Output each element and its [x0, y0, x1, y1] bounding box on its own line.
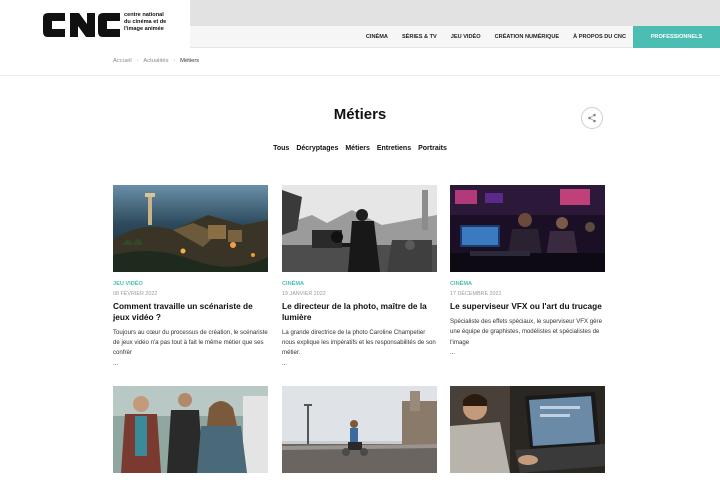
article-category[interactable]: CINÉMA [282, 281, 437, 287]
nav-item-cinema[interactable]: CINÉMA [359, 26, 395, 48]
article-card[interactable]: CINÉMA 17 DÉCEMBRE 2021 Le superviseur V… [450, 185, 605, 356]
article-ellipsis: ... [282, 359, 288, 367]
logo-tagline: centre national du cinéma et de l'image … [124, 12, 167, 33]
filter-tous[interactable]: Tous [273, 145, 289, 152]
nav-item-series-tv[interactable]: SÉRIES & TV [395, 26, 444, 48]
article-image-game-scene[interactable] [113, 185, 268, 272]
header-divider [0, 75, 720, 76]
article-title[interactable]: Comment travaille un scénariste de jeux … [113, 301, 268, 323]
share-button[interactable] [581, 107, 603, 129]
nav-item-jeu-video[interactable]: JEU VIDÉO [444, 26, 488, 48]
main-nav: CINÉMA SÉRIES & TV JEU VIDÉO CRÉATION NU… [190, 26, 720, 48]
filter-decryptages[interactable]: Décryptages [296, 145, 338, 152]
filter-portraits[interactable]: Portraits [418, 145, 447, 152]
article-category[interactable]: JEU VIDÉO [113, 281, 268, 287]
chevron-right-icon: › [173, 58, 176, 64]
nav-item-creation-numerique[interactable]: CRÉATION NUMÉRIQUE [488, 26, 567, 48]
article-card[interactable] [282, 386, 437, 473]
chevron-right-icon: › [136, 58, 139, 64]
article-card[interactable] [450, 386, 605, 473]
article-ellipsis: ... [450, 349, 456, 357]
article-ellipsis: ... [113, 359, 119, 367]
breadcrumb-home-link[interactable]: Accueil [113, 58, 132, 64]
article-date: 17 DÉCEMBRE 2021 [450, 291, 502, 297]
article-title[interactable]: Le superviseur VFX ou l'art du trucage [450, 301, 605, 312]
filter-tabs: Tous Décryptages Métiers Entretiens Port… [0, 145, 720, 152]
article-description: Spécialiste des effets spéciaux, le supe… [450, 317, 602, 346]
article-description: La grande directrice de la photo Carolin… [282, 328, 436, 357]
article-card[interactable]: CINÉMA 19 JANVIER 2022 Le directeur de l… [282, 185, 437, 367]
page-title: Métiers [333, 106, 387, 123]
breadcrumb: Accueil › Actualités › Métiers [113, 58, 199, 64]
article-category[interactable]: CINÉMA [450, 281, 605, 287]
article-image-film-set[interactable] [282, 185, 437, 272]
filter-entretiens[interactable]: Entretiens [377, 145, 411, 152]
article-image-vfx-studio[interactable] [450, 185, 605, 272]
cnc-logo[interactable]: centre national du cinéma et de l'image … [0, 0, 190, 48]
share-icon [588, 113, 596, 123]
filter-metiers[interactable]: Métiers [345, 145, 370, 152]
breadcrumb-news-link[interactable]: Actualités [143, 58, 168, 64]
article-date: 08 FÉVRIER 2022 [113, 291, 158, 297]
article-title[interactable]: Le directeur de la photo, maître de la l… [282, 301, 437, 323]
article-description: Toujours au cœur du processus de créatio… [113, 328, 268, 357]
article-image-actors[interactable] [113, 386, 268, 473]
article-date: 19 JANVIER 2022 [282, 291, 326, 297]
nav-item-a-propos[interactable]: À PROPOS DU CNC [566, 26, 633, 48]
cnc-logo-mark [43, 13, 120, 37]
breadcrumb-current: Métiers [180, 58, 200, 64]
article-card[interactable] [113, 386, 268, 473]
article-card[interactable]: JEU VIDÉO 08 FÉVRIER 2022 Comment travai… [113, 185, 268, 367]
professionnels-button[interactable]: PROFESSIONNELS [633, 26, 720, 48]
article-image-street-scene[interactable] [282, 386, 437, 473]
article-image-laptop-work[interactable] [450, 386, 605, 473]
